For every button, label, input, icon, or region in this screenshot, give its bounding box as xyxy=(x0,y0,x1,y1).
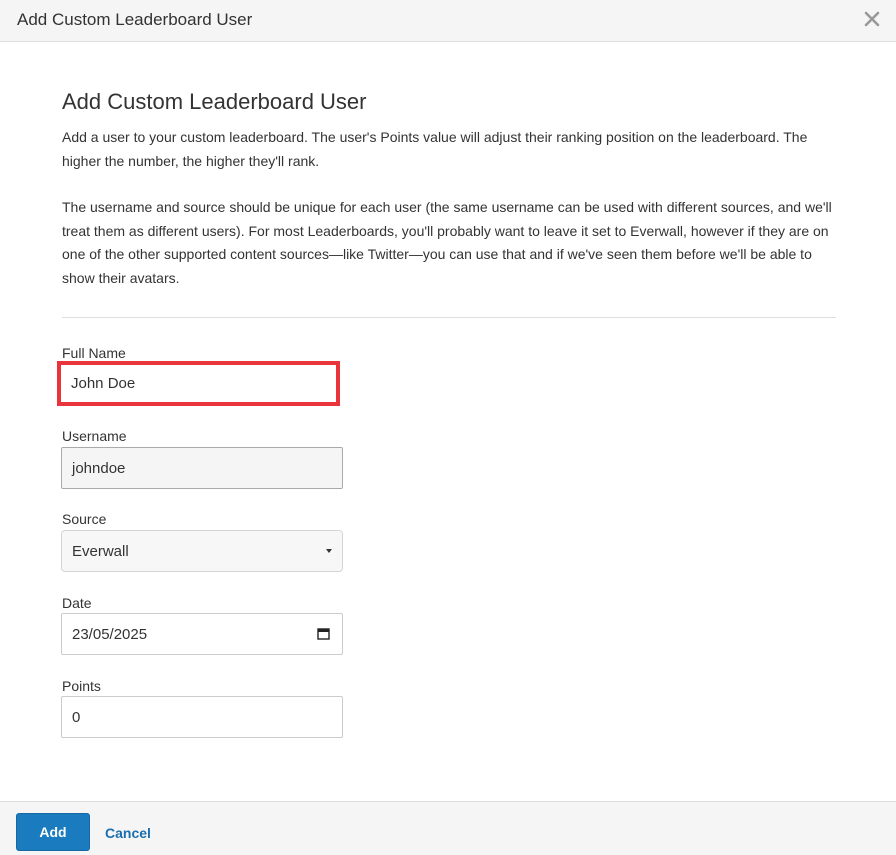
divider xyxy=(62,317,836,318)
full-name-field[interactable]: John Doe xyxy=(57,361,340,406)
full-name-value: John Doe xyxy=(71,375,136,392)
modal-footer: Add Cancel xyxy=(0,801,896,855)
close-icon xyxy=(864,11,880,27)
modal-header: Add Custom Leaderboard User xyxy=(0,0,896,42)
cancel-button[interactable]: Cancel xyxy=(105,824,151,842)
full-name-label: Full Name xyxy=(62,345,126,361)
date-value: 23/05/2025 xyxy=(72,625,148,643)
source-value: Everwall xyxy=(72,542,129,560)
description-paragraph: Add a user to your custom leaderboard. T… xyxy=(62,129,808,169)
description-paragraph: The username and source should be unique… xyxy=(62,199,832,286)
close-button[interactable] xyxy=(860,7,884,31)
source-select[interactable]: Everwall xyxy=(61,530,343,572)
modal-dialog: Add Custom Leaderboard User Add Custom L… xyxy=(0,0,896,855)
source-label: Source xyxy=(62,511,107,527)
date-field[interactable]: 23/05/2025 xyxy=(61,613,343,655)
points-label: Points xyxy=(62,678,101,694)
username-field[interactable]: johndoe xyxy=(61,447,343,489)
modal-title: Add Custom Leaderboard User xyxy=(17,10,253,29)
username-value: johndoe xyxy=(72,459,126,477)
add-button[interactable]: Add xyxy=(16,813,90,851)
calendar-icon[interactable] xyxy=(317,627,330,640)
page-title: Add Custom Leaderboard User xyxy=(62,89,367,114)
points-value: 0 xyxy=(72,708,81,726)
points-field[interactable]: 0 xyxy=(61,696,343,738)
date-label: Date xyxy=(62,595,92,611)
caret-down-icon xyxy=(326,549,332,553)
username-label: Username xyxy=(62,428,127,444)
